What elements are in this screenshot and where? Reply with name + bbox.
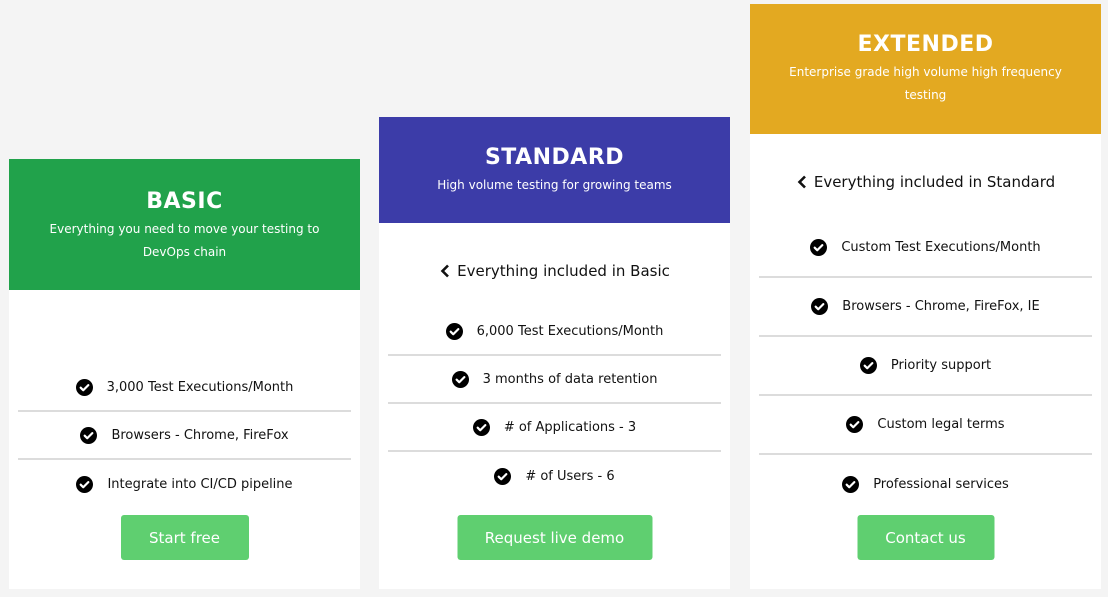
included-note: Everything included in Standard <box>796 172 1055 192</box>
feature-text: # of Users - 6 <box>525 468 615 484</box>
feature-item: # of Users - 6 <box>388 452 721 500</box>
chevron-left-icon <box>440 264 450 278</box>
feature-text: Professional services <box>873 477 1009 492</box>
plan-body: Everything included in Basic 6,000 Test … <box>379 223 730 589</box>
feature-text: 3 months of data retention <box>482 371 658 387</box>
feature-text: Browsers - Chrome, FireFox, IE <box>842 299 1040 314</box>
plan-body: Everything included in Standard Custom T… <box>750 134 1101 589</box>
plan-card-standard: STANDARD High volume testing for growing… <box>379 117 730 589</box>
check-circle-icon <box>494 467 512 485</box>
feature-item: Browsers - Chrome, FireFox, IE <box>759 278 1092 337</box>
chevron-left-icon <box>797 175 806 189</box>
check-circle-icon <box>75 378 93 396</box>
feature-item: 3 months of data retention <box>388 356 721 404</box>
feature-item: Professional services <box>759 455 1092 514</box>
feature-item: Priority support <box>759 337 1092 396</box>
feature-text: Custom Test Executions/Month <box>841 240 1041 255</box>
plan-title: STANDARD <box>484 144 625 170</box>
check-circle-icon <box>811 298 829 315</box>
feature-item: 3,000 Test Executions/Month <box>18 364 351 412</box>
feature-item: Custom legal terms <box>759 396 1092 455</box>
plan-header: BASIC Everything you need to move your t… <box>9 159 360 290</box>
plan-title: BASIC <box>146 188 223 214</box>
check-circle-icon <box>842 476 860 493</box>
start-free-button[interactable]: Start free <box>120 515 249 560</box>
feature-item: Browsers - Chrome, FireFox <box>18 412 351 460</box>
feature-item: Integrate into CI/CD pipeline <box>18 460 351 508</box>
check-circle-icon <box>76 475 94 493</box>
feature-item: # of Applications - 3 <box>388 404 721 452</box>
check-circle-icon <box>810 239 828 256</box>
feature-text: Integrate into CI/CD pipeline <box>107 476 293 492</box>
plan-header: STANDARD High volume testing for growing… <box>379 117 730 223</box>
feature-text: Browsers - Chrome, FireFox <box>111 427 289 443</box>
feature-text: 3,000 Test Executions/Month <box>106 379 294 395</box>
check-circle-icon <box>846 416 864 433</box>
feature-text: Custom legal terms <box>877 417 1005 432</box>
feature-list: Custom Test Executions/Month Browsers - … <box>759 219 1092 514</box>
contact-us-button[interactable]: Contact us <box>857 515 994 560</box>
feature-item: 6,000 Test Executions/Month <box>388 308 721 356</box>
feature-text: Priority support <box>890 358 992 373</box>
feature-text: # of Applications - 3 <box>503 419 637 435</box>
included-text: Everything included in Standard <box>813 173 1056 191</box>
plan-card-basic: BASIC Everything you need to move your t… <box>9 159 360 589</box>
plan-subtitle: High volume testing for growing teams <box>437 177 672 192</box>
feature-item: Custom Test Executions/Month <box>759 219 1092 278</box>
included-note: Everything included in Basic <box>439 261 670 281</box>
feature-list: 6,000 Test Executions/Month 3 months of … <box>388 308 721 500</box>
check-circle-icon <box>472 418 490 436</box>
feature-text: 6,000 Test Executions/Month <box>476 323 664 339</box>
check-circle-icon <box>80 426 98 444</box>
plan-subtitle: Everything you need to move your testing… <box>49 221 320 259</box>
plan-body: 3,000 Test Executions/Month Browsers - C… <box>9 290 360 589</box>
request-live-demo-button[interactable]: Request live demo <box>457 515 652 560</box>
feature-list: 3,000 Test Executions/Month Browsers - C… <box>18 364 351 508</box>
check-circle-icon <box>859 357 877 374</box>
plan-title: EXTENDED <box>857 32 994 57</box>
plan-header: EXTENDED Enterprise grade high volume hi… <box>750 4 1101 134</box>
plan-card-extended: EXTENDED Enterprise grade high volume hi… <box>750 4 1101 589</box>
plan-subtitle: Enterprise grade high volume high freque… <box>789 65 1062 102</box>
check-circle-icon <box>451 370 469 388</box>
included-text: Everything included in Basic <box>457 262 670 280</box>
check-circle-icon <box>445 322 463 340</box>
